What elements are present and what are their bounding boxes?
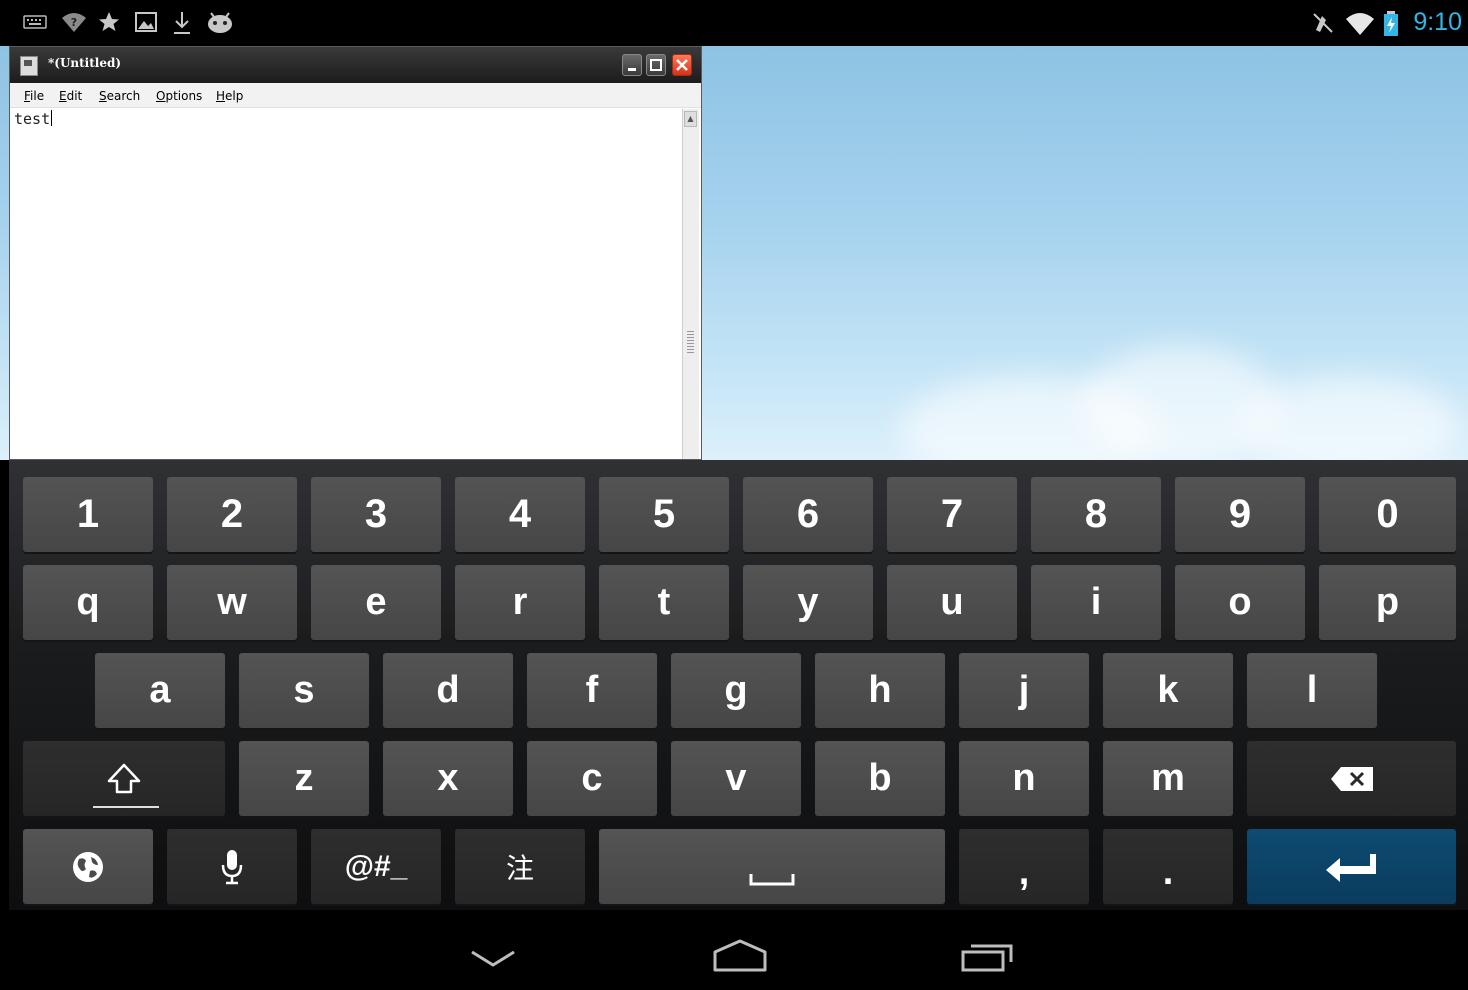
key-1[interactable]: 1 (23, 477, 153, 552)
key-r[interactable]: r (455, 565, 585, 640)
voice-input-key[interactable] (167, 829, 297, 904)
shift-icon (107, 763, 141, 793)
spacebar-key[interactable] (599, 829, 945, 904)
android-icon (205, 10, 235, 41)
menu-help[interactable]: Help (216, 89, 243, 103)
key-q[interactable]: q (23, 565, 153, 640)
backspace-key[interactable] (1247, 741, 1456, 816)
key-5[interactable]: 5 (599, 477, 729, 552)
key-2[interactable]: 2 (167, 477, 297, 552)
key-8[interactable]: 8 (1031, 477, 1161, 552)
period-key[interactable]: . (1103, 829, 1233, 904)
menu-bar: File Edit Search Options Help (10, 83, 701, 108)
download-icon (171, 10, 193, 43)
key-b[interactable]: b (815, 741, 945, 816)
key-j[interactable]: j (959, 653, 1089, 728)
key-0[interactable]: 0 (1319, 477, 1456, 552)
editor-text: test (14, 110, 51, 128)
shift-indicator (93, 806, 159, 808)
key-g[interactable]: g (671, 653, 801, 728)
close-icon (676, 59, 688, 71)
key-w[interactable]: w (167, 565, 297, 640)
key-s[interactable]: s (239, 653, 369, 728)
window-title: *(Untitled) (48, 56, 122, 70)
text-caret (51, 110, 53, 126)
close-button[interactable] (672, 54, 692, 76)
key-t[interactable]: t (599, 565, 729, 640)
menu-options[interactable]: Options (156, 89, 202, 103)
key-z[interactable]: z (239, 741, 369, 816)
key-3[interactable]: 3 (311, 477, 441, 552)
key-k[interactable]: k (1103, 653, 1233, 728)
symbols-key[interactable]: @#_ (311, 829, 441, 904)
backspace-icon (1330, 766, 1373, 791)
vertical-scrollbar[interactable]: ▲ (682, 109, 699, 459)
key-y[interactable]: y (743, 565, 873, 640)
globe-icon (73, 851, 103, 882)
menu-search[interactable]: Search (99, 89, 140, 103)
menu-file[interactable]: File (24, 89, 44, 103)
key-l[interactable]: l (1247, 653, 1377, 728)
key-e[interactable]: e (311, 565, 441, 640)
editor-text-area[interactable]: test (12, 109, 680, 457)
microphone-icon (221, 849, 243, 884)
text-editor-window[interactable]: *(Untitled) File Edit Search Options Hel… (9, 46, 702, 460)
key-4[interactable]: 4 (455, 477, 585, 552)
key-v[interactable]: v (671, 741, 801, 816)
svg-text:?: ? (71, 16, 77, 29)
recent-apps-icon[interactable] (959, 940, 1015, 974)
navigation-bar (9, 910, 1468, 990)
key-n[interactable]: n (959, 741, 1089, 816)
key-9[interactable]: 9 (1175, 477, 1305, 552)
menu-edit[interactable]: Edit (59, 89, 82, 103)
enter-icon (1325, 853, 1376, 882)
key-c[interactable]: c (527, 741, 657, 816)
key-o[interactable]: o (1175, 565, 1305, 640)
maximize-button[interactable] (646, 54, 666, 76)
key-u[interactable]: u (887, 565, 1017, 640)
key-h[interactable]: h (815, 653, 945, 728)
star-icon (97, 10, 121, 41)
status-bar: ? 9:10 (0, 0, 1468, 46)
maximize-icon (650, 59, 662, 71)
app-icon[interactable] (20, 56, 38, 76)
back-icon[interactable] (469, 948, 517, 970)
home-icon[interactable] (711, 938, 769, 974)
key-f[interactable]: f (527, 653, 657, 728)
language-key[interactable] (23, 829, 153, 904)
key-p[interactable]: p (1319, 565, 1456, 640)
image-icon (134, 10, 158, 41)
window-titlebar[interactable]: *(Untitled) (10, 47, 701, 83)
key-m[interactable]: m (1103, 741, 1233, 816)
clock: 9:10 (1413, 8, 1462, 36)
key-d[interactable]: d (383, 653, 513, 728)
battery-charging-icon (1382, 10, 1400, 45)
key-6[interactable]: 6 (743, 477, 873, 552)
editor-content[interactable]: test (14, 110, 53, 128)
wifi-icon (1344, 10, 1376, 43)
spacebar-icon (749, 873, 795, 885)
key-x[interactable]: x (383, 741, 513, 816)
shift-key[interactable] (23, 741, 225, 816)
key-i[interactable]: i (1031, 565, 1161, 640)
scroll-up-button[interactable]: ▲ (684, 111, 697, 127)
scroll-grip[interactable] (687, 331, 694, 353)
key-a[interactable]: a (95, 653, 225, 728)
minimize-icon (628, 68, 636, 71)
mute-icon (1310, 10, 1336, 43)
key-7[interactable]: 7 (887, 477, 1017, 552)
comma-key[interactable]: , (959, 829, 1089, 904)
zhuyin-key[interactable]: 注 (455, 829, 585, 904)
enter-key[interactable] (1247, 829, 1456, 904)
wifi-question-icon: ? (60, 10, 88, 41)
keyboard-icon (22, 10, 48, 39)
soft-keyboard: 1 2 3 4 5 6 7 8 9 0 q w e r t y u i o p … (9, 460, 1468, 910)
minimize-button[interactable] (622, 54, 642, 76)
